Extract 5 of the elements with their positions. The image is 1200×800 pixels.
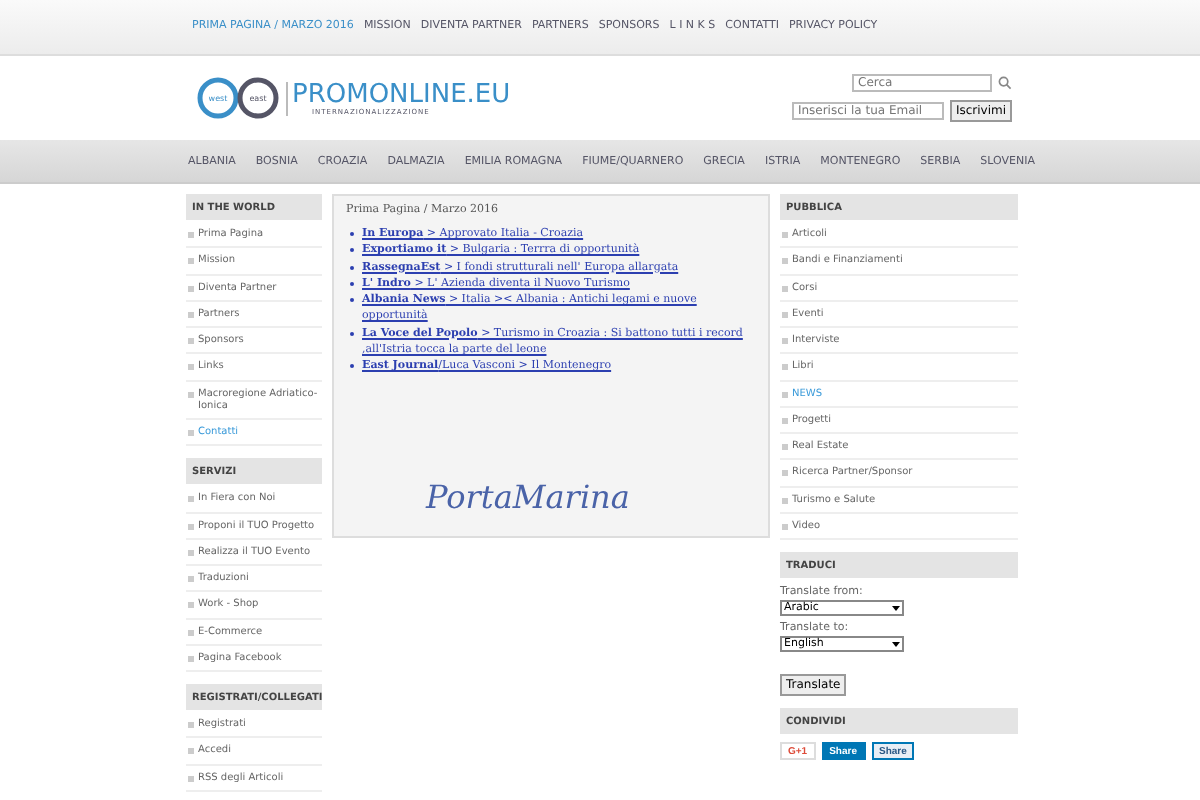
caret-icon <box>892 604 900 612</box>
search-icon[interactable] <box>998 76 1012 90</box>
signature-logo: PortaMarina <box>426 478 632 516</box>
site-name: PROMONLINE.EU <box>292 81 511 107</box>
caret-icon <box>892 640 900 648</box>
